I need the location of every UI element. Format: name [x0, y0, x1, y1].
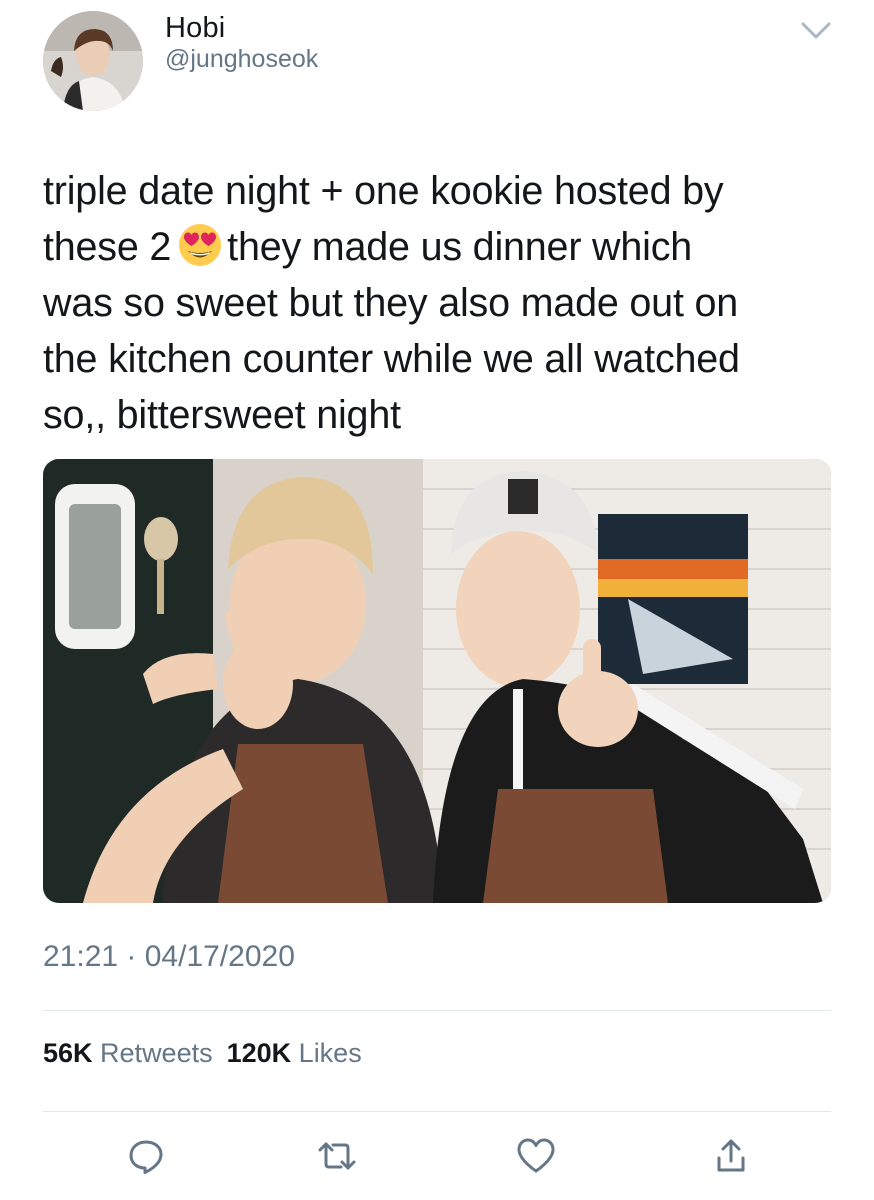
retweet-icon	[318, 1142, 356, 1170]
tweet-line: triple date night + one kookie hosted by	[43, 169, 724, 213]
heart-icon	[517, 1138, 555, 1173]
tweet-stats: 56K Retweets 120K Likes	[43, 1038, 362, 1069]
tweet-line: the kitchen counter while we all watched	[43, 337, 740, 381]
tweet-line: so,, bittersweet night	[43, 393, 401, 437]
avatar-photo-icon	[43, 11, 143, 111]
chevron-down-icon[interactable]	[796, 16, 836, 46]
photo-illustration	[43, 459, 831, 903]
reply-button[interactable]	[124, 1134, 168, 1178]
tweet-line: was so sweet but they also made out on	[43, 281, 739, 325]
divider	[43, 1111, 831, 1112]
tweet-timestamp[interactable]: 21:21 · 04/17/2020	[43, 940, 295, 974]
user-handle[interactable]: @junghoseok	[165, 45, 318, 74]
retweets-stat[interactable]: 56K Retweets	[43, 1038, 213, 1068]
retweets-count: 56K	[43, 1038, 93, 1068]
likes-label: Likes	[298, 1038, 362, 1068]
like-button[interactable]	[514, 1134, 558, 1178]
tweet-media-image[interactable]	[43, 459, 831, 903]
display-name[interactable]: Hobi	[165, 12, 225, 45]
likes-stat[interactable]: 120K Likes	[227, 1038, 362, 1068]
avatar[interactable]	[43, 11, 143, 111]
tweet-line-part: these 2	[43, 225, 172, 269]
heart-eyes-emoji-icon	[177, 222, 223, 268]
share-button[interactable]	[709, 1134, 753, 1178]
likes-count: 120K	[226, 1038, 292, 1068]
share-icon	[717, 1139, 745, 1172]
tweet-text: triple date night + one kookie hosted by…	[43, 163, 843, 443]
tweet-container: Hobi @junghoseok triple date night + one…	[0, 0, 874, 1200]
divider	[43, 1010, 831, 1011]
retweet-button[interactable]	[315, 1134, 359, 1178]
tweet-line: these 2 they made us dinner which	[43, 219, 843, 275]
retweets-label: Retweets	[100, 1038, 213, 1068]
tweet-line-part: they made us dinner which	[227, 225, 693, 269]
reply-icon	[129, 1140, 163, 1174]
